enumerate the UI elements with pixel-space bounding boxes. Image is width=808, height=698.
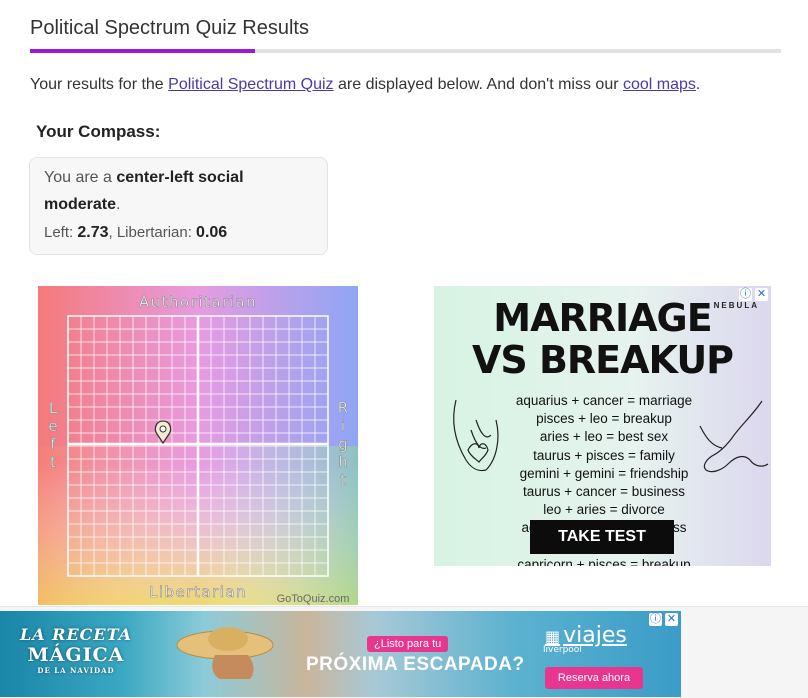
intro-prefix: Your results for the xyxy=(30,76,169,93)
libertarian-score-value: 0.06 xyxy=(196,224,228,241)
political-compass-image: Authoritarian Libertarian Left Right GoT… xyxy=(38,286,358,605)
result-line-2: moderate. xyxy=(44,196,120,214)
result-scores: Left: 2.73, Libertarian: 0.06 xyxy=(44,224,227,242)
watermark: GoToQuiz.com xyxy=(277,593,350,605)
ad-list-item: pisces + leo = breakup xyxy=(536,411,672,427)
ad-list-item: leo + aries = divorce xyxy=(543,502,665,518)
advertisement-viajes[interactable]: LA RECETA MÁGICA DE LA NAVIDAD ¿Listo pa… xyxy=(0,611,681,697)
logo-line-2: MÁGICA xyxy=(27,644,125,666)
logo-line-1: LA RECETA xyxy=(19,625,133,644)
compass-heading: Your Compass: xyxy=(36,122,161,141)
ad-list-item: gemini + gemini = friendship xyxy=(519,465,689,481)
advertisement-nebula[interactable]: ⓘ ✕ NEBULA MARRIAGE VS BREAKUP aquarius … xyxy=(434,286,771,566)
ad-headline: PRÓXIMA ESCAPADA? xyxy=(306,654,525,675)
cool-maps-link[interactable]: cool maps xyxy=(623,76,696,93)
left-score-value: 2.73 xyxy=(77,224,109,241)
result-label-part1: center-left social xyxy=(116,169,244,186)
page-title: Political Spectrum Quiz Results xyxy=(30,17,309,39)
title-underline-accent xyxy=(30,49,255,53)
ad-list-item: capricorn + pisces = breakup xyxy=(517,556,691,566)
left-score-label: Left: xyxy=(44,224,78,241)
intro-middle: are displayed below. And don't miss our xyxy=(333,76,623,93)
ad-list-item: aries + leo = best sex xyxy=(539,429,669,445)
result-label-part2: moderate xyxy=(44,196,117,213)
quiz-link[interactable]: Political Spectrum Quiz xyxy=(168,76,333,93)
result-suffix: . xyxy=(116,196,121,213)
intro-suffix: . xyxy=(695,76,701,93)
ad-headline-2: VS BREAKUP xyxy=(471,338,734,382)
ad-list-item: taurus + cancer = business xyxy=(522,484,686,500)
hands-left-illustration xyxy=(453,399,499,472)
viajes-brand-logo: ▦ viajes liverpool xyxy=(543,623,627,655)
ad-close-icon[interactable]: ✕ xyxy=(665,613,678,626)
ad-tagline: ¿Listo para tu xyxy=(367,636,449,652)
axis-top-label: Authoritarian xyxy=(139,293,257,311)
ad-list-item: aquarius + cancer = marriage xyxy=(515,393,693,408)
libertarian-score-label: , Libertarian: xyxy=(108,224,197,241)
logo-line-3: DE LA NAVIDAD xyxy=(37,666,115,675)
intro-text: Your results for the Political Spectrum … xyxy=(30,76,700,94)
beach-woman-illustration xyxy=(176,627,274,679)
axis-bottom-label: Libertarian xyxy=(149,583,247,601)
result-line-1: You are a center-left social xyxy=(44,169,244,187)
viajes-brand-small: liverpool xyxy=(543,645,582,655)
ad-list-item: taurus + pisces = family xyxy=(533,447,675,463)
viajes-logo-icon: ▦ xyxy=(545,627,561,646)
ad-info-icon[interactable]: ⓘ xyxy=(649,613,662,626)
la-receta-logo: LA RECETA MÁGICA DE LA NAVIDAD xyxy=(6,625,146,675)
result-prefix: You are a xyxy=(44,169,117,186)
ad-headline-1: MARRIAGE xyxy=(493,296,712,340)
reserva-ahora-button[interactable]: Reserva ahora xyxy=(545,667,643,689)
take-test-button[interactable]: TAKE TEST xyxy=(530,520,674,554)
